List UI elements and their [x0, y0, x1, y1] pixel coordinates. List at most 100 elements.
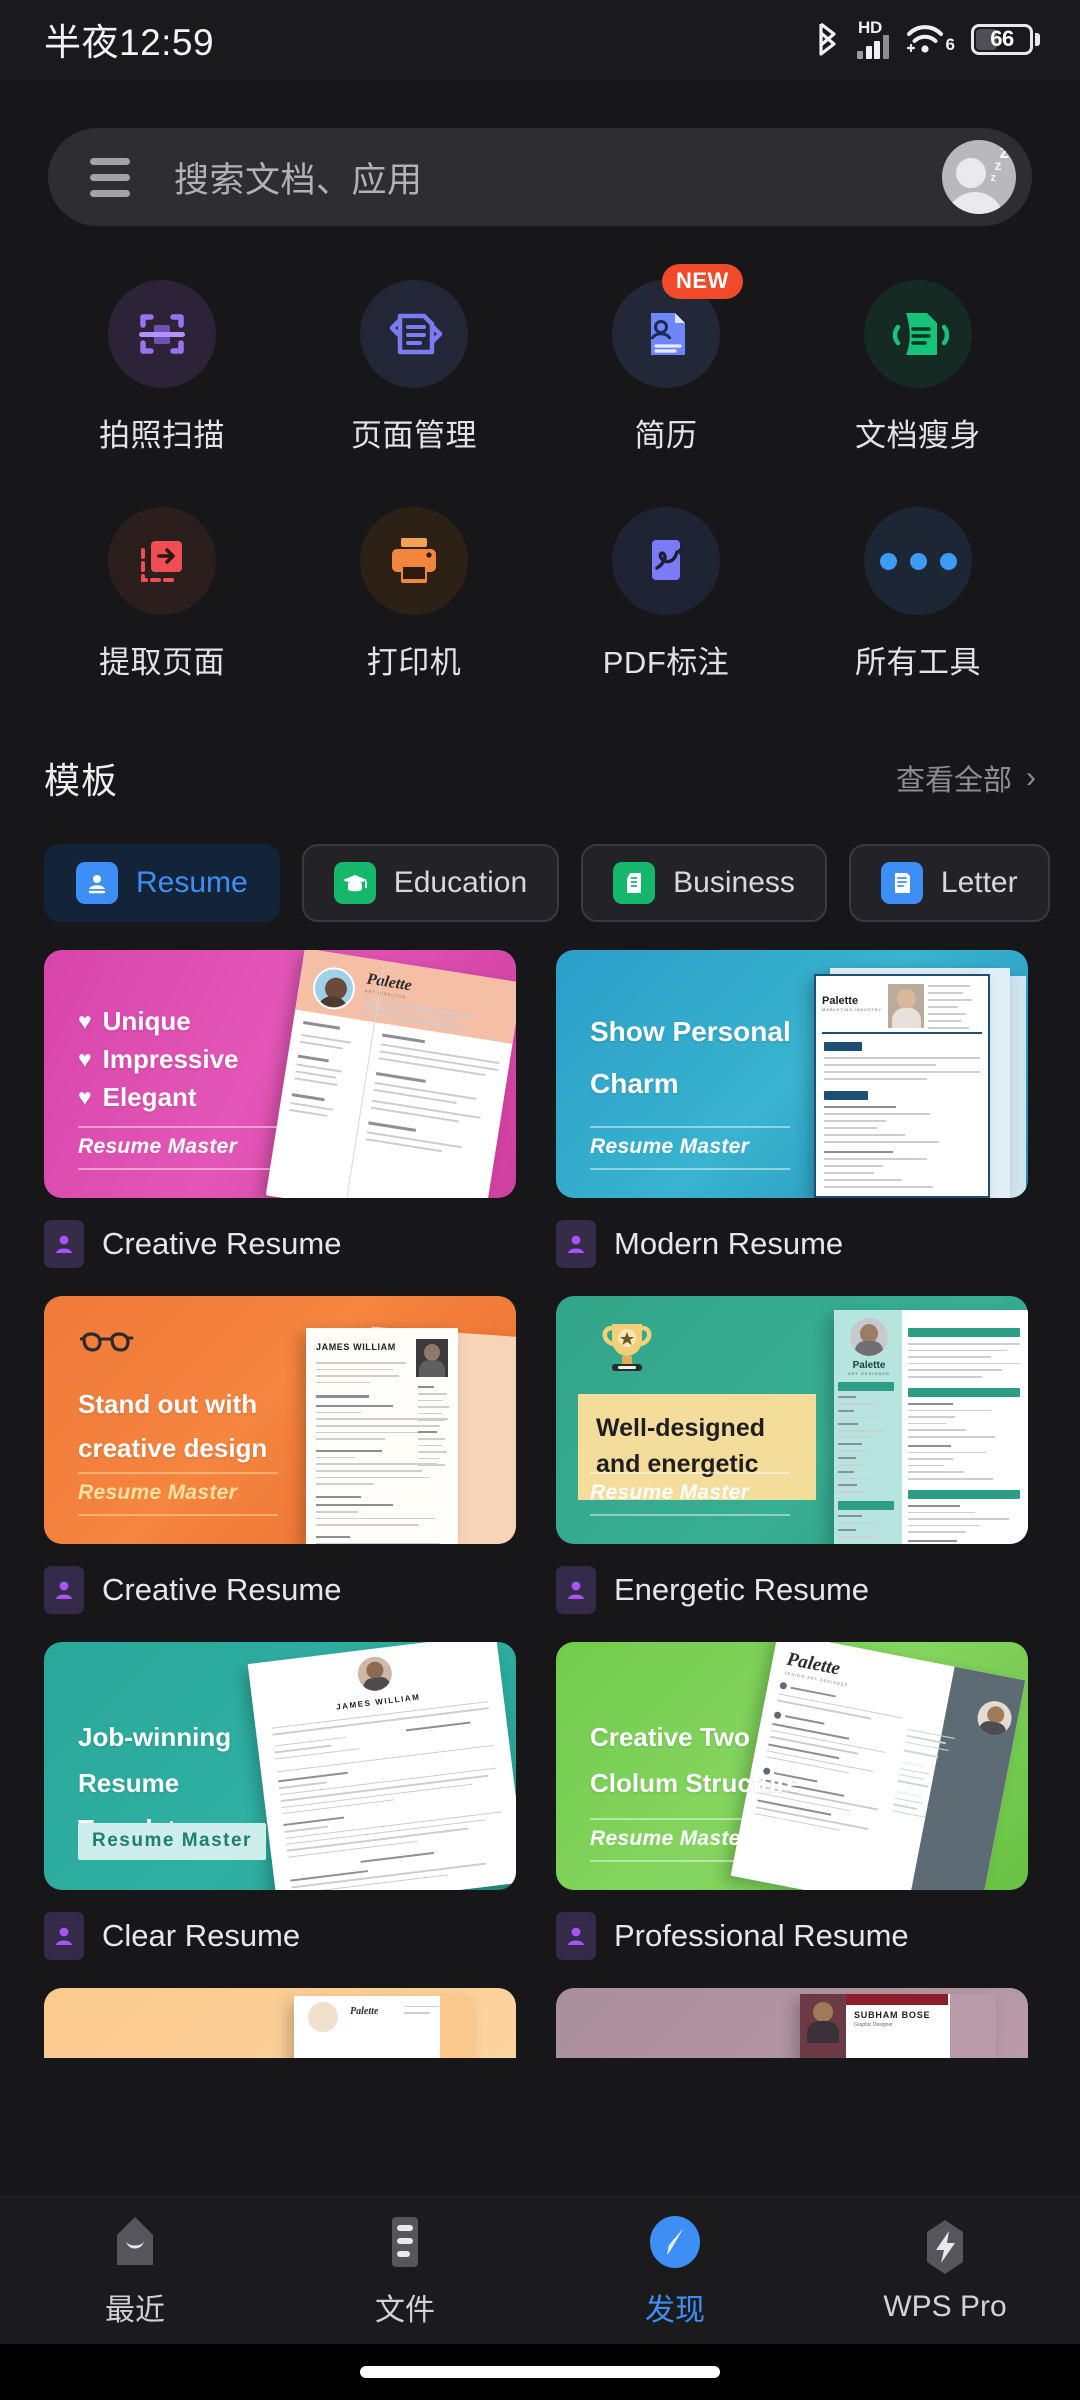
- tool-label: 打印机: [366, 645, 462, 680]
- see-all-button[interactable]: 查看全部 ›: [896, 757, 1036, 799]
- template-card-creative-resume-orange[interactable]: JAMES WILLIAM Stand out with creative de…: [44, 1296, 516, 1544]
- nav-discover[interactable]: 发现: [540, 2213, 810, 2329]
- heart-icon: ♥: [78, 1008, 92, 1034]
- tab-business[interactable]: Business: [581, 844, 827, 922]
- page-title: 模板: [44, 760, 119, 801]
- template-cell-partial: Palette: [44, 1988, 516, 2058]
- template-cell: JAMES WILLIAM: [44, 1642, 516, 1988]
- signal-bars: [857, 34, 889, 59]
- home-gesture-bar[interactable]: [360, 2366, 720, 2378]
- new-badge: NEW: [662, 264, 743, 299]
- person-template-icon: [44, 1912, 84, 1960]
- tab-label: Letter: [940, 866, 1018, 899]
- graduation-cap-icon: [333, 862, 376, 904]
- template-card-professional-resume[interactable]: Palette SENIOR ART DESIGNER Creative Two…: [556, 1642, 1028, 1890]
- search-input[interactable]: 搜索文档、应用: [134, 152, 942, 203]
- nav-recent[interactable]: 最近: [0, 2213, 270, 2329]
- caption-label: Professional Resume: [614, 1918, 909, 1953]
- tool-page-manage[interactable]: 页面管理: [288, 280, 540, 455]
- tool-row-1: 拍照扫描 页面管理 NEW 简历 文档瘦身: [36, 264, 1044, 455]
- template-caption[interactable]: Energetic Resume: [556, 1544, 1028, 1642]
- card-brand: Resume Master: [590, 1126, 790, 1170]
- sleeping-zzz-icon: zzz: [990, 142, 1010, 184]
- nav-wps-pro[interactable]: WPS Pro: [810, 2218, 1080, 2324]
- card-headline: ♥ Unique ♥ Impressive ♥ Elegant: [78, 1002, 316, 1116]
- tool-label: 文档瘦身: [855, 418, 981, 453]
- template-card-modern-resume[interactable]: Palette MARKETING INDUSTRY Show Personal…: [556, 950, 1028, 1198]
- template-card-partial-mauve[interactable]: SUBHAM BOSE Graphic Designer: [556, 1988, 1028, 2058]
- template-card-creative-resume-pink[interactable]: Palette ART DIRECTOR ♥ Unique ♥ Impressi…: [44, 950, 516, 1198]
- tool-label: PDF标注: [602, 645, 730, 680]
- tab-letter[interactable]: Letter: [848, 844, 1050, 922]
- tab-education[interactable]: Education: [301, 844, 560, 922]
- letter-doc-icon: [880, 862, 923, 904]
- tool-extract-page[interactable]: 提取页面: [36, 507, 288, 682]
- tool-resume[interactable]: NEW 简历: [540, 264, 792, 455]
- tab-resume[interactable]: Resume: [44, 844, 280, 922]
- gesture-bar-area: [0, 2344, 1080, 2400]
- template-category-tabs: Resume Education Business Letter: [0, 804, 1080, 922]
- template-caption[interactable]: Creative Resume: [44, 1198, 516, 1296]
- tool-grid: 拍照扫描 页面管理 NEW 简历 文档瘦身 提取页面 打印机 PDF标注 所有工…: [0, 226, 1080, 682]
- wifi-generation-label: 6: [945, 35, 955, 54]
- more-dots-icon: [864, 507, 972, 615]
- template-caption[interactable]: Modern Resume: [556, 1198, 1028, 1296]
- person-template-icon: [556, 1912, 596, 1960]
- heart-icon: ♥: [78, 1046, 92, 1072]
- tool-label: 简历: [634, 418, 698, 453]
- caption-label: Modern Resume: [614, 1226, 844, 1261]
- document-slim-icon: [864, 280, 972, 388]
- tool-label: 所有工具: [855, 645, 981, 680]
- nav-label: WPS Pro: [883, 2289, 1007, 2323]
- card-brand: Resume Master: [590, 1818, 790, 1862]
- nav-label: 文件: [375, 2293, 435, 2327]
- tool-printer[interactable]: 打印机: [288, 507, 540, 682]
- template-cell-partial: SUBHAM BOSE Graphic Designer: [556, 1988, 1028, 2058]
- template-card-clear-resume[interactable]: JAMES WILLIAM Job-winning Resume Resume …: [44, 1642, 516, 1890]
- template-cell: JAMES WILLIAM: [44, 1296, 516, 1642]
- tool-label: 页面管理: [351, 418, 477, 453]
- template-caption[interactable]: Creative Resume: [44, 1544, 516, 1642]
- nav-files[interactable]: 文件: [270, 2213, 540, 2329]
- tool-all-tools[interactable]: 所有工具: [792, 507, 1044, 682]
- recent-icon: [117, 2216, 153, 2265]
- lightning-pro-icon: [927, 2219, 963, 2274]
- avatar[interactable]: zzz: [942, 140, 1016, 214]
- card-brand: Resume Master: [590, 1472, 790, 1516]
- person-template-icon: [556, 1566, 596, 1614]
- template-card-partial-peach[interactable]: Palette: [44, 1988, 516, 2058]
- hamburger-icon[interactable]: [90, 157, 134, 197]
- card-brand: Resume Master: [78, 1823, 266, 1860]
- template-caption[interactable]: Professional Resume: [556, 1890, 1028, 1988]
- tab-label: Business: [673, 866, 795, 899]
- template-caption[interactable]: Clear Resume: [44, 1890, 516, 1988]
- printer-icon: [360, 507, 468, 615]
- caption-label: Creative Resume: [102, 1572, 342, 1607]
- status-icon-group: HD 6 66: [815, 19, 1040, 59]
- tool-pdf-annotate[interactable]: PDF标注: [540, 507, 792, 682]
- tool-document-slim[interactable]: 文档瘦身: [792, 280, 1044, 455]
- card-headline: Show Personal Charm: [590, 1016, 791, 1099]
- person-template-icon: [44, 1220, 84, 1268]
- battery-level-label: 66: [990, 26, 1014, 51]
- chevron-right-icon: ›: [1026, 761, 1036, 794]
- extract-page-icon: [108, 507, 216, 615]
- template-card-energetic-resume[interactable]: Palette ART DESIGNER Well-designed and e…: [556, 1296, 1028, 1544]
- camera-scan-icon: [108, 280, 216, 388]
- card-brand: Resume Master: [78, 1472, 278, 1516]
- templates-section-header: 模板 查看全部 ›: [0, 752, 1080, 804]
- caption-label: Creative Resume: [102, 1226, 342, 1261]
- bottom-navigation: 最近 文件 发现 WPS Pro: [0, 2196, 1080, 2344]
- search-bar[interactable]: 搜索文档、应用 zzz: [48, 128, 1032, 226]
- building-icon: [613, 862, 656, 904]
- person-template-icon: [44, 1566, 84, 1614]
- card-brand: Resume Master: [78, 1126, 278, 1170]
- page-manage-icon: [360, 280, 468, 388]
- resume-chip-icon: [76, 862, 118, 904]
- tool-camera-scan[interactable]: 拍照扫描: [36, 280, 288, 455]
- tool-label: 提取页面: [99, 645, 225, 680]
- status-bar: 半夜12:59 HD 6 66: [0, 0, 1080, 78]
- caption-label: Energetic Resume: [614, 1572, 870, 1607]
- tab-label: Resume: [136, 866, 248, 899]
- template-cell: Palette ART DIRECTOR ♥ Unique ♥ Impressi…: [44, 950, 516, 1296]
